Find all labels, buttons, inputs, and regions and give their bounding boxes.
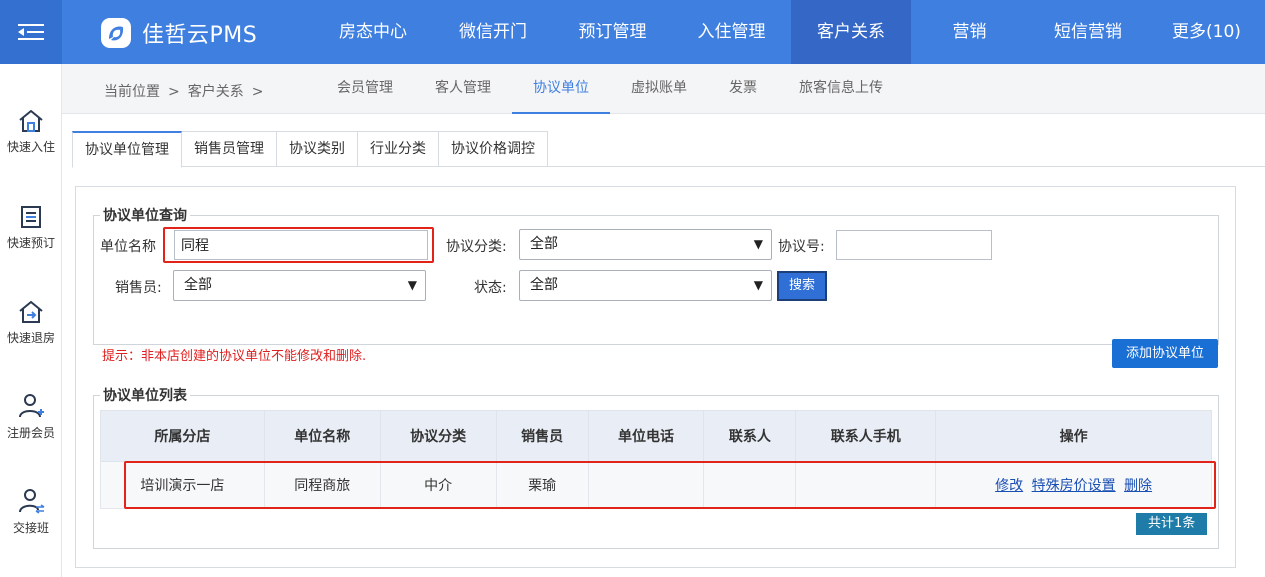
category-label: 协议分类: [446,239,507,255]
sidebar-item-label: 快速预订 [6,236,55,250]
status-select[interactable]: 全部 ▼ [519,270,772,301]
tab-seller-management[interactable]: 销售员管理 [182,131,277,167]
search-button[interactable]: 搜索 [777,271,828,301]
add-agreement-unit-button[interactable]: 添加协议单位 [1112,339,1218,368]
home-icon [19,109,43,132]
agreement-unit-table: 所属分店 单位名称 协议分类 销售员 单位电话 联系人 联系人手机 操作 培训演… [100,410,1212,509]
sidebar-item-quick-checkin[interactable]: 快速入住 [0,108,62,155]
breadcrumb-separator: > [251,84,264,100]
column-header-seller: 销售员 [495,410,589,462]
breadcrumb: 当前位置 > 客户关系 > [104,81,271,101]
category-select[interactable]: 全部 ▼ [519,229,772,260]
seller-selected-value: 全部 [184,277,212,293]
cell-contact [703,461,797,509]
breadcrumb-prefix: 当前位置 [104,84,160,100]
subnav-guest-info-upload[interactable]: 旅客信息上传 [778,64,904,114]
column-header-contact: 联系人 [703,410,797,462]
sidebar-item-label: 注册会员 [6,426,55,440]
subnav-member-management[interactable]: 会员管理 [316,64,414,114]
cell-unit-phone [587,461,705,509]
sidebar-item-label: 快速入住 [6,140,55,154]
tab-agreement-unit-management[interactable]: 协议单位管理 [72,131,182,168]
cell-contact-mobile [795,461,937,509]
edit-link[interactable]: 修改 [995,478,1023,494]
cell-actions: 修改 特殊房价设置 删除 [935,461,1212,509]
nav-item-marketing[interactable]: 营销 [911,0,1028,64]
menu-toggle-button[interactable] [0,0,62,64]
tab-agreement-price-control[interactable]: 协议价格调控 [439,131,548,167]
chevron-down-icon: ▼ [407,278,417,292]
query-legend: 协议单位查询 [103,208,187,224]
nav-item-checkin[interactable]: 入住管理 [672,0,791,64]
add-user-icon [19,394,44,418]
hint-text: 提示：非本店创建的协议单位不能修改和删除. [102,349,367,364]
column-header-contact-mobile: 联系人手机 [795,410,937,462]
subnav-guest-management[interactable]: 客人管理 [414,64,512,114]
list-legend: 协议单位列表 [103,388,187,404]
sidebar-item-label: 交接班 [12,521,49,535]
sidebar-item-label: 快速退房 [6,331,55,345]
nav-item-more[interactable]: 更多(10) [1148,0,1265,64]
seller-select[interactable]: 全部 ▼ [173,270,426,301]
logo-icon [101,18,131,48]
column-header-category: 协议分类 [379,410,497,462]
column-header-unit-phone: 单位电话 [587,410,705,462]
tab-bar: 协议单位管理 销售员管理 协议类别 行业分类 协议价格调控 [72,131,548,168]
status-label: 状态: [474,280,507,296]
subnav-virtual-bill[interactable]: 虚拟账单 [610,64,708,114]
sidebar-item-register-member[interactable]: 注册会员 [0,392,62,441]
checkout-icon [19,300,43,323]
list-icon [21,206,41,228]
table-row: 培训演示一店 同程商旅 中介 栗瑜 修改 特殊房价设置 删除 [100,461,1212,509]
total-count-badge: 共计1条 [1136,513,1208,535]
delete-link[interactable]: 删除 [1124,478,1152,494]
table-header-row: 所属分店 单位名称 协议分类 销售员 单位电话 联系人 联系人手机 操作 [100,410,1212,462]
sub-bar: 当前位置 > 客户关系 > 会员管理 客人管理 协议单位 虚拟账单 发票 旅客信息上传 [62,64,1265,114]
cell-unit-name: 同程商旅 [263,461,381,509]
menu-collapse-icon [18,24,44,40]
nav-item-room-status[interactable]: 房态中心 [313,0,433,64]
chevron-down-icon: ▼ [753,237,763,251]
nav-item-sms-marketing[interactable]: 短信营销 [1028,0,1148,64]
special-price-link[interactable]: 特殊房价设置 [1032,478,1116,494]
column-header-branch: 所属分店 [100,410,265,462]
subnav-agreement-unit[interactable]: 协议单位 [512,64,610,114]
category-selected-value: 全部 [530,236,558,252]
cell-seller: 栗瑜 [495,461,589,509]
logo-text: 佳哲云PMS [142,23,258,48]
main-panel: 协议单位查询 单位名称 协议分类: 全部 ▼ 协议号: 销售员: 全部 ▼ 状态… [75,186,1236,568]
nav-item-reservation[interactable]: 预订管理 [553,0,672,64]
tab-agreement-category[interactable]: 协议类别 [277,131,358,167]
status-selected-value: 全部 [530,277,558,293]
sub-nav: 会员管理 客人管理 协议单位 虚拟账单 发票 旅客信息上传 [316,64,904,114]
breadcrumb-current[interactable]: 客户关系 [188,84,244,100]
agreement-number-label: 协议号: [778,239,825,255]
main-nav: 房态中心 微信开门 预订管理 入住管理 客户关系 营销 短信营销 更多(10) [313,0,1265,64]
cell-branch: 培训演示一店 [100,461,265,509]
tab-industry-category[interactable]: 行业分类 [358,131,439,167]
quick-sidebar: 快速入住 快速预订 快速退房 注册会员 交接班 [0,64,62,577]
breadcrumb-separator: > [168,84,180,100]
sidebar-item-shift-handover[interactable]: 交接班 [0,487,62,536]
sidebar-item-quick-booking[interactable]: 快速预订 [0,204,62,251]
seller-label: 销售员: [115,280,162,296]
nav-item-wechat-door[interactable]: 微信开门 [433,0,553,64]
column-header-actions: 操作 [935,410,1212,462]
swap-user-icon [19,489,45,514]
app-logo: 佳哲云PMS [100,17,257,49]
nav-item-customer-relations[interactable]: 客户关系 [791,0,911,64]
chevron-down-icon: ▼ [753,278,763,292]
cell-category: 中介 [379,461,497,509]
unit-name-input[interactable] [174,230,428,260]
subnav-invoice[interactable]: 发票 [708,64,778,114]
unit-name-label: 单位名称 [100,239,156,255]
top-bar: 佳哲云PMS 房态中心 微信开门 预订管理 入住管理 客户关系 营销 短信营销 … [0,0,1265,64]
column-header-unit-name: 单位名称 [263,410,381,462]
agreement-number-input[interactable] [836,230,992,260]
sidebar-item-quick-checkout[interactable]: 快速退房 [0,299,62,346]
